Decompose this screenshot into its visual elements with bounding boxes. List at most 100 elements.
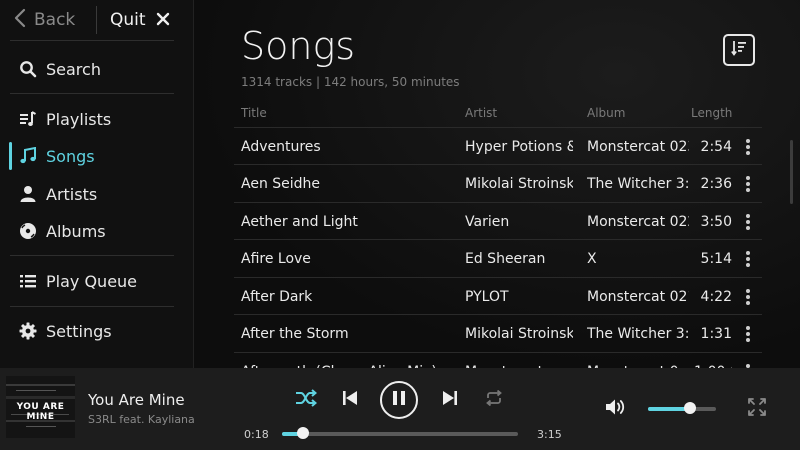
album-art-text: YOU ARE MINE	[16, 402, 65, 422]
song-artist-cell: Varien	[465, 214, 510, 230]
song-title-cell: Aen Seidhe	[241, 176, 321, 192]
divider	[10, 93, 174, 94]
repeat-button[interactable]	[482, 388, 506, 412]
divider	[96, 6, 97, 34]
shuffle-button[interactable]	[294, 388, 318, 412]
pause-icon	[392, 390, 406, 410]
progress-slider[interactable]	[282, 427, 518, 439]
scrollbar[interactable]	[790, 140, 793, 204]
sidebar-item-label: Artists	[46, 184, 98, 204]
column-header-title[interactable]: Title	[241, 106, 267, 120]
track-summary: 1314 tracks | 142 hours, 50 minutes	[241, 75, 460, 89]
song-length-cell: 3:50	[700, 214, 732, 230]
song-length-cell: 1:31	[700, 326, 732, 342]
skip-previous-icon	[341, 389, 359, 411]
song-length-cell: 2:36	[700, 176, 732, 192]
skip-next-icon	[441, 389, 459, 411]
volume-icon	[605, 398, 627, 420]
table-row[interactable]: Aen Seidhe Mikolai Stroinski The Witcher…	[234, 164, 762, 202]
song-title-cell: After the Storm	[241, 326, 349, 342]
sidebar-item-label: Songs	[46, 146, 95, 166]
quit-button[interactable]: Quit	[110, 8, 170, 32]
sidebar-item-label: Settings	[46, 321, 112, 341]
sidebar: Back Quit Search Playlists Songs Artists…	[0, 0, 194, 368]
table-row[interactable]: Adventures Hyper Potions & Monstercat 02…	[234, 127, 762, 165]
more-options-icon[interactable]	[742, 174, 754, 194]
search-icon	[18, 59, 38, 79]
song-album-cell: Monstercat 021 -	[587, 289, 689, 305]
song-album-cell: X	[587, 251, 597, 267]
person-icon	[18, 184, 38, 204]
more-options-icon[interactable]	[742, 249, 754, 269]
divider	[10, 255, 174, 256]
music-note-icon	[18, 146, 38, 166]
repeat-icon	[485, 389, 503, 410]
sidebar-item-songs[interactable]: Songs	[10, 139, 174, 173]
back-label: Back	[34, 10, 76, 30]
search-button[interactable]: Search	[10, 52, 174, 86]
table-row[interactable]: After Dark PYLOT Monstercat 021 - 4:22	[234, 277, 762, 315]
album-art[interactable]: YOU ARE MINE	[6, 376, 75, 438]
sidebar-item-artists[interactable]: Artists	[10, 177, 174, 211]
volume-slider[interactable]	[648, 402, 716, 414]
more-options-icon[interactable]	[742, 212, 754, 232]
song-artist-cell: Mikolai Stroinski	[465, 326, 573, 342]
now-playing-artist: S3RL feat. Kayliana	[88, 413, 195, 426]
song-length-cell: 4:22	[700, 289, 732, 305]
more-options-icon[interactable]	[742, 324, 754, 344]
table-row[interactable]: Aether and Light Varien Monstercat 022 3…	[234, 202, 762, 240]
sort-button[interactable]	[723, 34, 755, 66]
song-artist-cell: Mikolai Stroinski	[465, 176, 573, 192]
song-album-cell: The Witcher 3: W	[587, 176, 689, 192]
table-row[interactable]: Afire Love Ed Sheeran X 5:14	[234, 239, 762, 277]
table-row[interactable]: After the Storm Mikolai Stroinski The Wi…	[234, 314, 762, 352]
song-artist-cell: PYLOT	[465, 289, 509, 305]
more-options-icon[interactable]	[742, 137, 754, 157]
back-button[interactable]: Back	[14, 8, 75, 32]
column-header-album[interactable]: Album	[587, 106, 625, 120]
top-bar: Back Quit	[0, 0, 193, 40]
song-title-cell: Afire Love	[241, 251, 311, 267]
pause-button[interactable]	[380, 381, 418, 419]
search-label: Search	[46, 59, 101, 79]
playlist-icon	[18, 109, 38, 129]
list-icon	[18, 271, 38, 291]
column-header-length[interactable]: Length	[691, 106, 732, 120]
disc-icon	[18, 221, 38, 241]
chevron-left-icon	[14, 8, 26, 32]
songs-panel: Songs 1314 tracks | 142 hours, 50 minute…	[194, 0, 800, 380]
sidebar-item-label: Play Queue	[46, 271, 138, 291]
close-icon	[156, 11, 170, 30]
column-header-artist[interactable]: Artist	[465, 106, 497, 120]
sidebar-item-label: Playlists	[46, 109, 112, 129]
gear-icon	[18, 321, 38, 341]
volume-button[interactable]	[604, 398, 628, 420]
song-title-cell: Adventures	[241, 139, 321, 155]
shuffle-icon	[295, 389, 318, 411]
sidebar-item-albums[interactable]: Albums	[10, 214, 174, 248]
song-length-cell: 2:54	[700, 139, 732, 155]
more-options-icon[interactable]	[742, 287, 754, 307]
fullscreen-button[interactable]	[746, 398, 768, 420]
sidebar-item-play-queue[interactable]: Play Queue	[10, 264, 174, 298]
divider	[10, 306, 174, 307]
song-album-cell: Monstercat 023	[587, 139, 689, 155]
now-playing-title: You Are Mine	[88, 391, 185, 409]
song-album-cell: Monstercat 022	[587, 214, 689, 230]
song-artist-cell: Hyper Potions &	[465, 139, 573, 155]
elapsed-time: 0:18	[244, 428, 269, 441]
sort-icon	[731, 40, 747, 60]
previous-track-button[interactable]	[338, 388, 362, 412]
song-title-cell: After Dark	[241, 289, 313, 305]
sidebar-item-playlists[interactable]: Playlists	[10, 102, 174, 136]
divider	[10, 40, 174, 41]
quit-label: Quit	[110, 10, 146, 30]
next-track-button[interactable]	[438, 388, 462, 412]
page-title: Songs	[241, 24, 356, 68]
song-artist-cell: Ed Sheeran	[465, 251, 546, 267]
sidebar-item-label: Albums	[46, 221, 106, 241]
fullscreen-icon	[747, 397, 767, 421]
total-duration: 3:15	[537, 428, 562, 441]
song-title-cell: Aether and Light	[241, 214, 358, 230]
sidebar-item-settings[interactable]: Settings	[10, 314, 174, 348]
